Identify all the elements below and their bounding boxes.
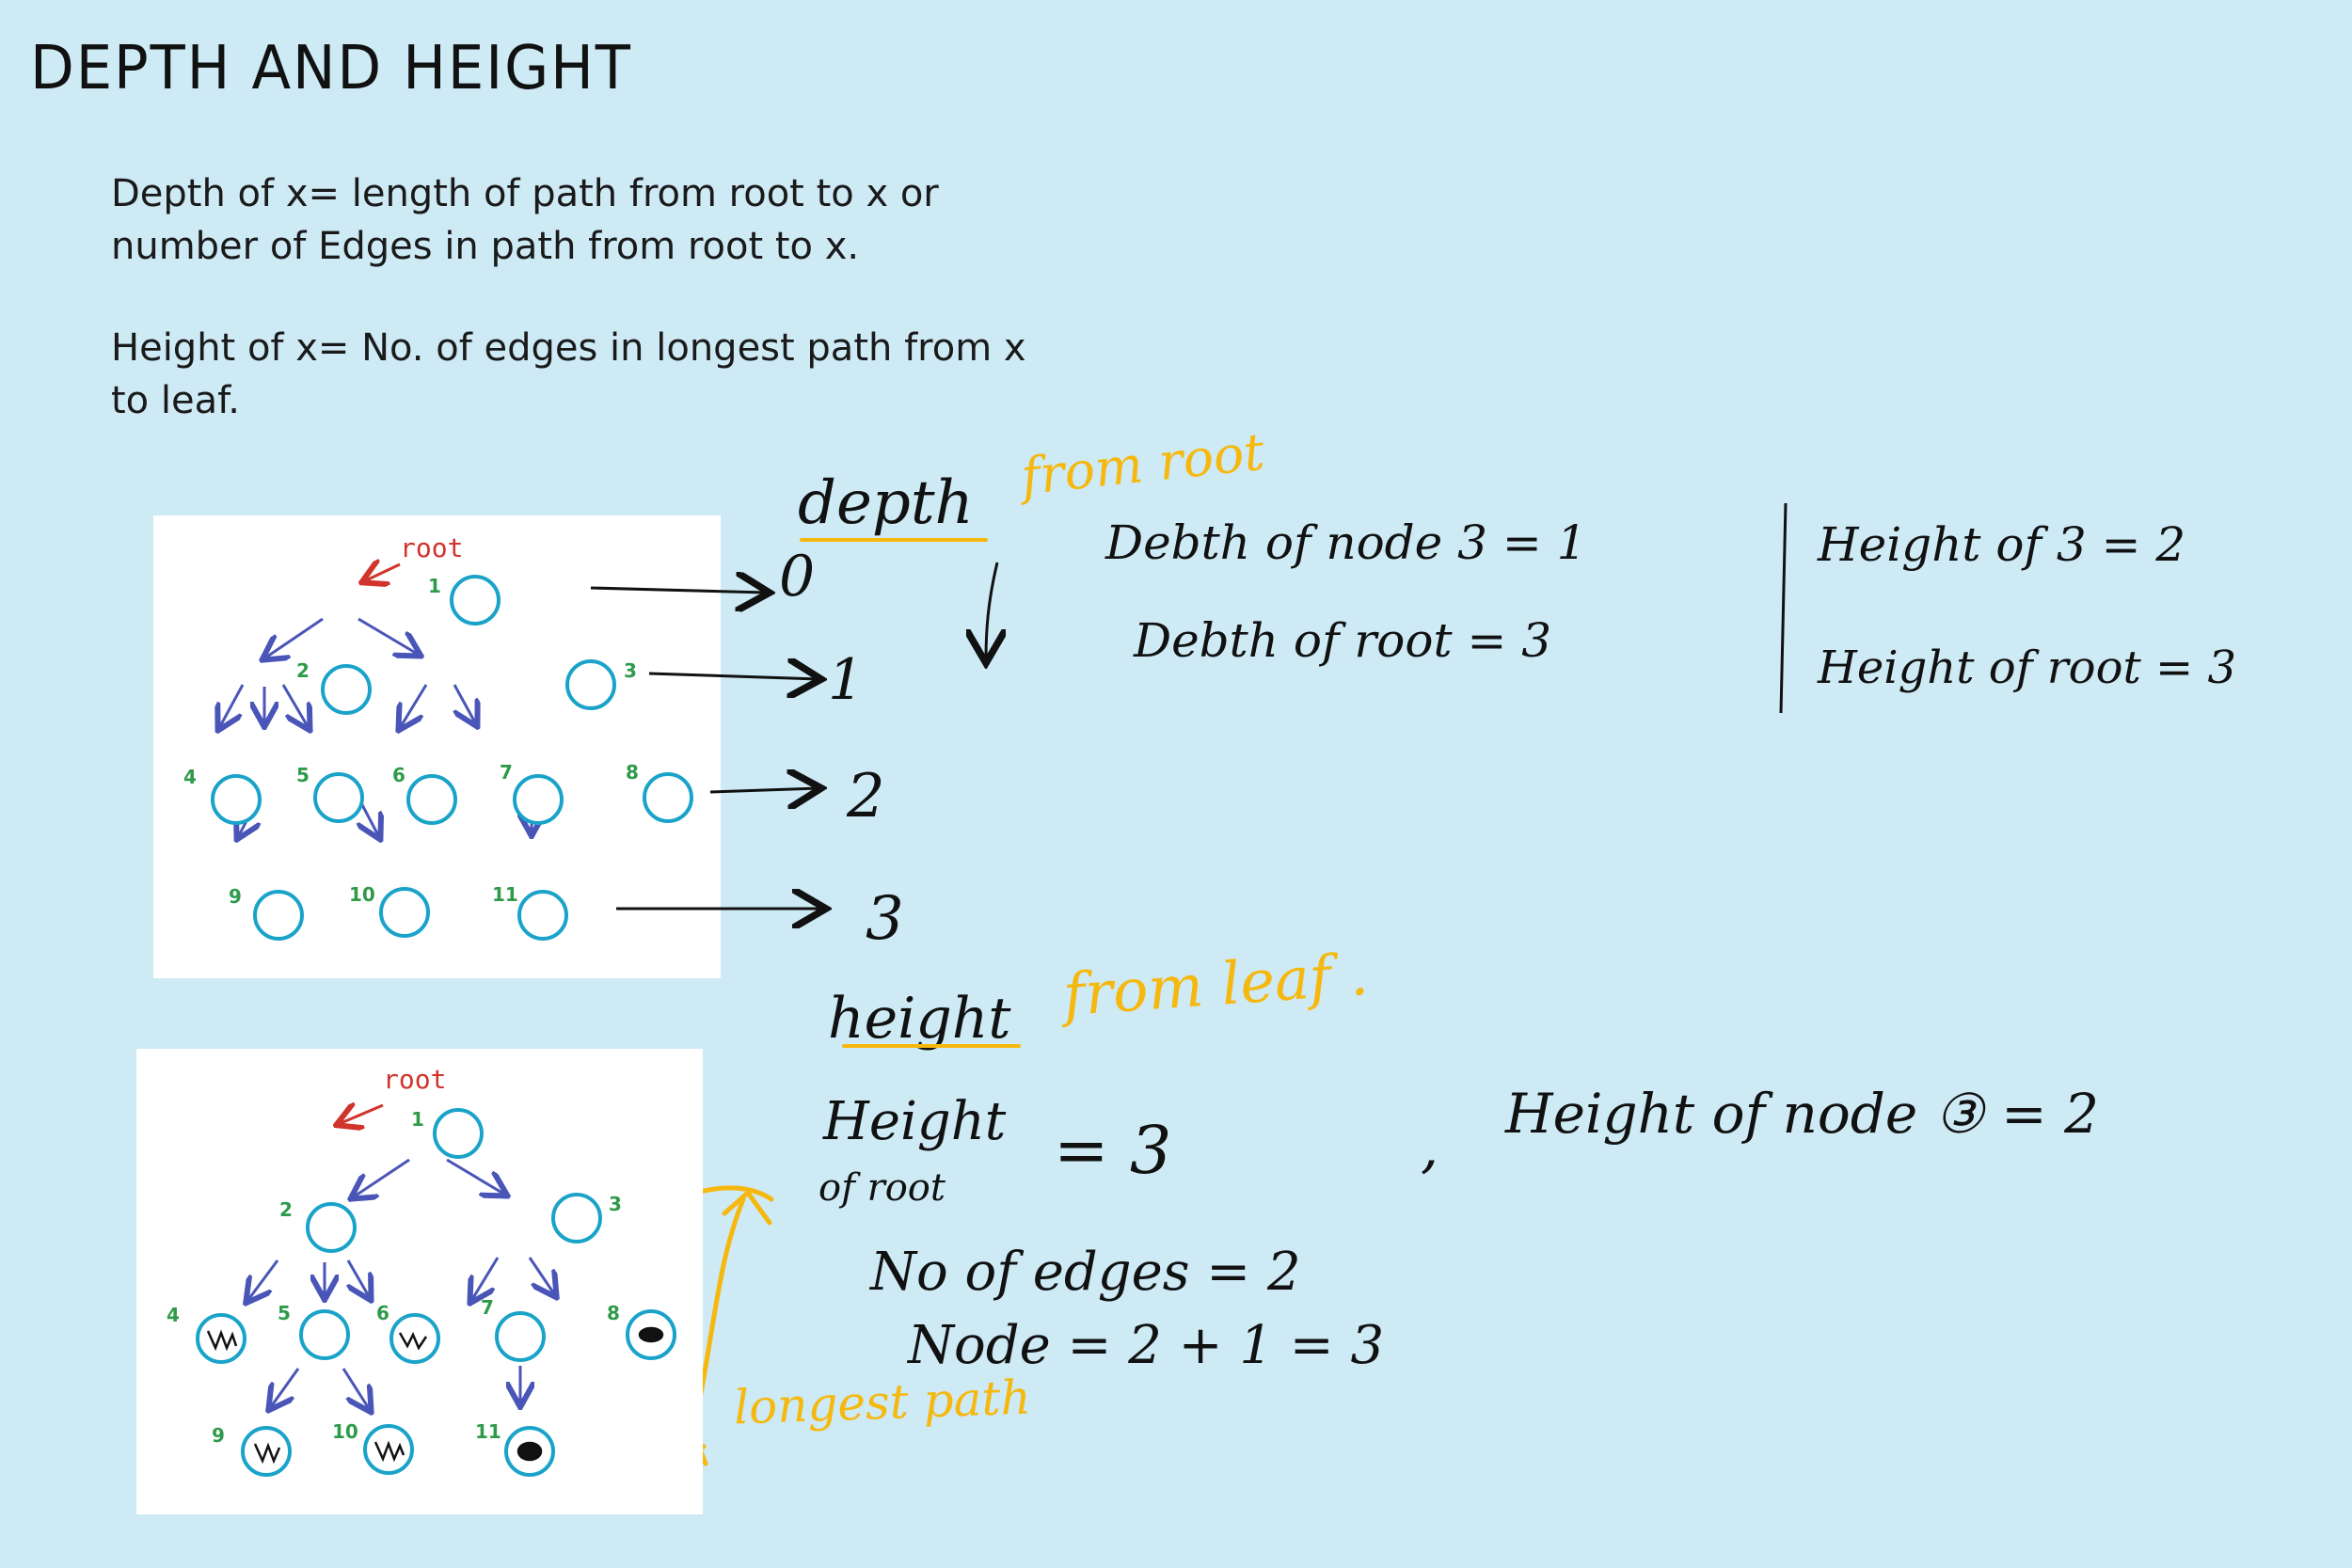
longest-path-label: longest path — [733, 1370, 1032, 1435]
tree-diagram-height: root 1 2 3 4 5 6 7 8 9 10 11 — [167, 1064, 676, 1477]
svg-text:4: 4 — [167, 1304, 180, 1326]
svg-text:3: 3 — [609, 1193, 622, 1215]
depth-equation-node3: Debth of node 3 = 1 — [1105, 515, 1587, 570]
svg-text:5: 5 — [278, 1302, 291, 1324]
depth-underline — [800, 538, 988, 542]
height-equation-node3: Height of 3 = 2 — [1818, 517, 2186, 572]
svg-text:10: 10 — [332, 1420, 358, 1443]
separator-comma: , — [1421, 1115, 1439, 1180]
root-label-2: root — [383, 1064, 446, 1095]
number-of-edges: No of edges = 2 — [870, 1242, 1301, 1303]
height-heading: height — [828, 986, 1011, 1052]
depth-level-3: 3 — [866, 884, 904, 954]
height-of-root-value: = 3 — [1054, 1112, 1172, 1189]
depth-level-0: 0 — [779, 544, 816, 610]
height-underline — [842, 1044, 1021, 1048]
svg-text:6: 6 — [376, 1302, 389, 1324]
svg-text:9: 9 — [212, 1424, 225, 1447]
depth-level-1: 1 — [828, 647, 865, 713]
height-equation-root: Height of root = 3 — [1818, 641, 2237, 694]
depth-heading: depth — [798, 468, 974, 538]
height-of-node3: Height of node ③ = 2 — [1505, 1082, 2100, 1146]
svg-text:11: 11 — [475, 1420, 501, 1443]
height-of-root-label-1: Height — [823, 1091, 1007, 1152]
tree-image-height: root 1 2 3 4 5 6 7 8 9 10 11 — [136, 1049, 703, 1514]
node-count-calculation: Node = 2 + 1 = 3 — [908, 1315, 1385, 1376]
svg-text:7: 7 — [481, 1296, 494, 1319]
svg-text:1: 1 — [411, 1108, 424, 1131]
svg-text:2: 2 — [279, 1198, 293, 1221]
depth-equation-root: Debth of root = 3 — [1134, 613, 1552, 668]
svg-text:8: 8 — [607, 1302, 620, 1324]
depth-level-2: 2 — [847, 762, 885, 832]
height-of-root-label-2: of root — [818, 1166, 946, 1210]
